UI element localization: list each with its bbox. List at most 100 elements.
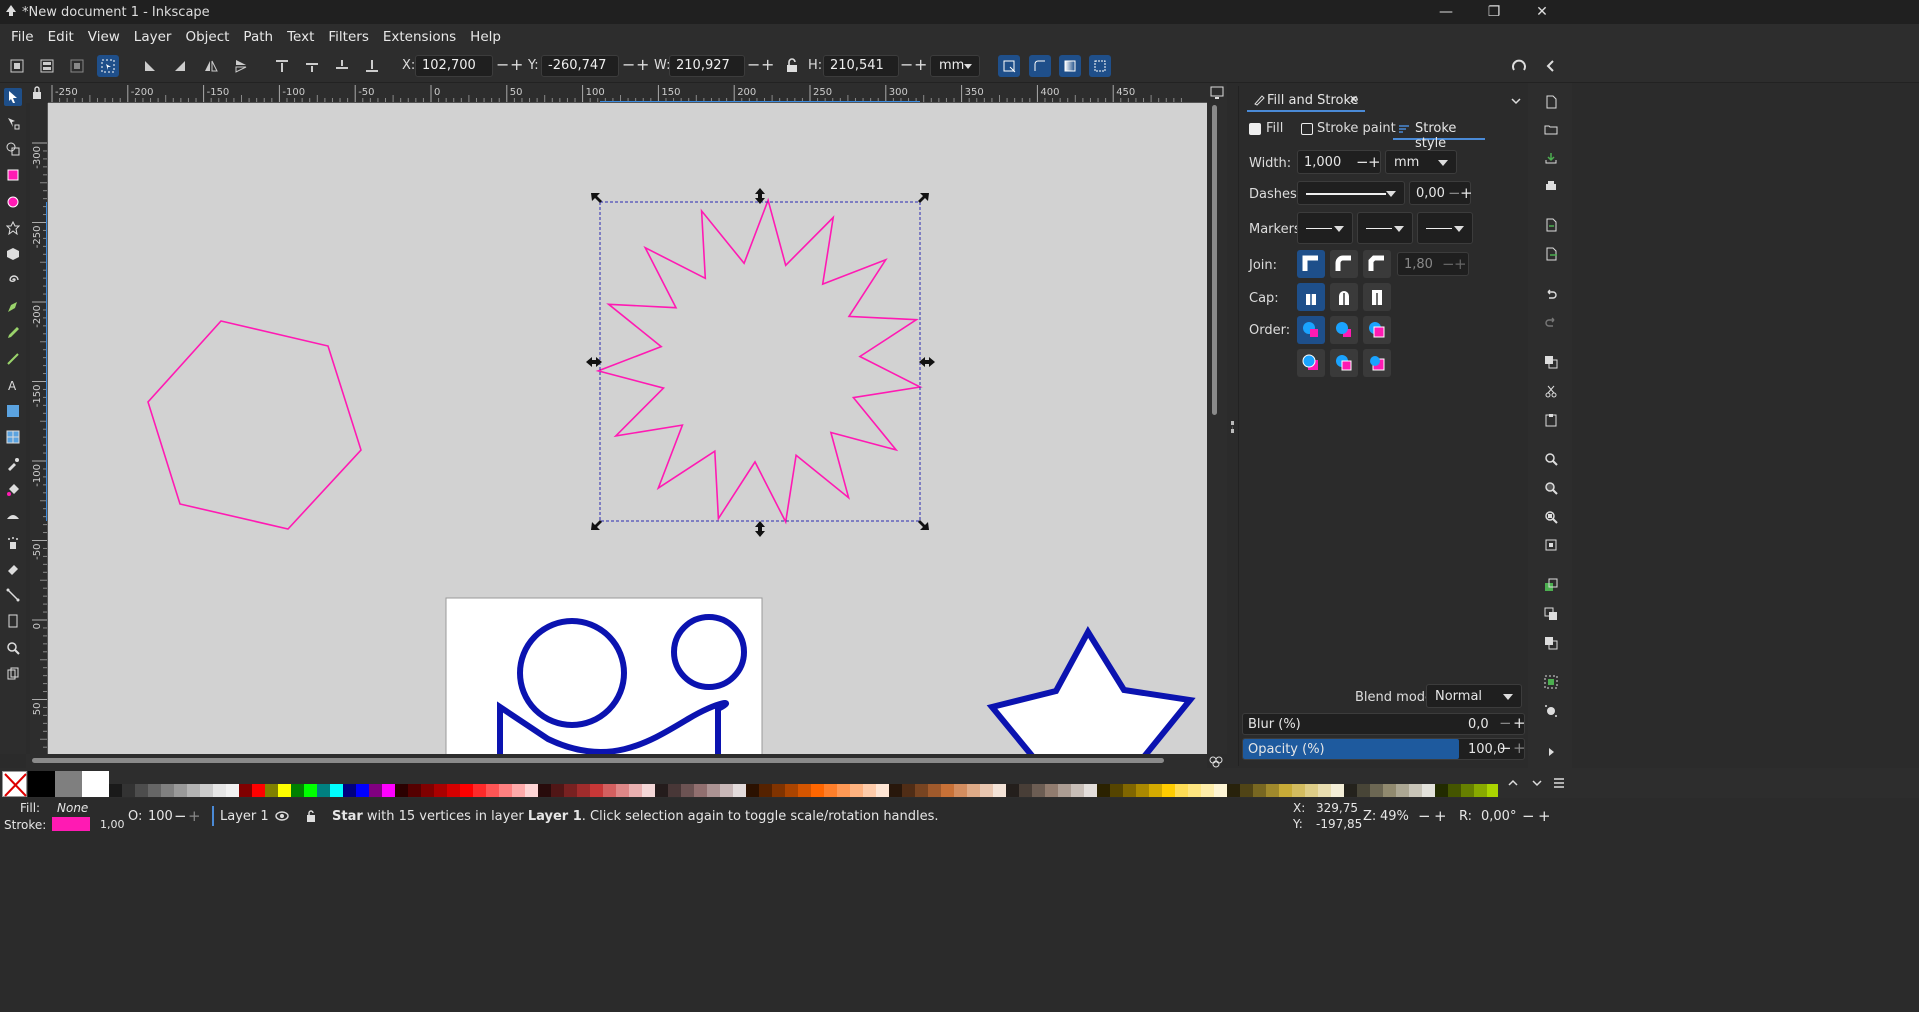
snap-menu-icon[interactable] bbox=[1540, 55, 1562, 77]
save-icon[interactable] bbox=[1542, 149, 1560, 167]
hexagon-shape[interactable] bbox=[147, 320, 362, 530]
palette-swatch[interactable] bbox=[499, 784, 512, 797]
horizontal-scrollbar[interactable] bbox=[26, 754, 1223, 768]
palette-swatch[interactable] bbox=[785, 784, 798, 797]
palette-swatch[interactable] bbox=[1279, 784, 1292, 797]
palette-swatch[interactable] bbox=[213, 784, 226, 797]
palette-swatch[interactable] bbox=[759, 784, 772, 797]
width-increment[interactable]: + bbox=[1368, 153, 1381, 171]
opacity-slider[interactable]: Opacity (%) 100,0 − + bbox=[1242, 738, 1526, 760]
zoom-drawing-icon[interactable] bbox=[1542, 479, 1560, 497]
flip-vertical-icon[interactable] bbox=[230, 55, 252, 77]
palette-swatch[interactable] bbox=[395, 784, 408, 797]
dash-offset-field[interactable]: 0,00 − + bbox=[1409, 181, 1473, 205]
palette-swatch[interactable] bbox=[369, 784, 382, 797]
layer-visibility-eye-icon[interactable] bbox=[274, 810, 290, 822]
zoom-decrement[interactable]: − bbox=[1418, 807, 1431, 825]
menu-view[interactable]: View bbox=[81, 29, 127, 45]
palette-swatch[interactable] bbox=[889, 784, 902, 797]
w-increment[interactable]: + bbox=[761, 56, 774, 74]
palette-swatch[interactable] bbox=[239, 784, 252, 797]
palette-swatch[interactable] bbox=[330, 784, 343, 797]
menu-layer[interactable]: Layer bbox=[127, 29, 179, 45]
palette-swatch[interactable] bbox=[1474, 784, 1487, 797]
palette-swatch[interactable] bbox=[1435, 784, 1448, 797]
palette-swatch[interactable] bbox=[928, 784, 941, 797]
palette-scroll-down-icon[interactable] bbox=[1530, 776, 1544, 790]
zoom-page-width-icon[interactable] bbox=[1542, 536, 1560, 554]
menu-help[interactable]: Help bbox=[463, 29, 508, 45]
order-fill-stroke-markers-button[interactable] bbox=[1297, 316, 1325, 344]
palette-swatch[interactable] bbox=[291, 784, 304, 797]
zoom-tool-icon[interactable] bbox=[4, 639, 22, 657]
palette-swatch[interactable] bbox=[1370, 784, 1383, 797]
current-layer[interactable]: Layer 1 bbox=[220, 809, 269, 824]
open-document-icon[interactable] bbox=[1542, 120, 1560, 138]
dash-offset-increment[interactable]: + bbox=[1460, 184, 1473, 202]
blur-increment[interactable]: + bbox=[1513, 714, 1526, 732]
palette-swatch[interactable] bbox=[1383, 784, 1396, 797]
palette-swatch[interactable] bbox=[1409, 784, 1422, 797]
palette-swatch[interactable] bbox=[1110, 784, 1123, 797]
palette-swatch[interactable] bbox=[1136, 784, 1149, 797]
round-join-button[interactable] bbox=[1330, 250, 1358, 278]
rotation-increment[interactable]: + bbox=[1538, 807, 1551, 825]
ellipse-tool-icon[interactable] bbox=[4, 193, 22, 211]
lock-ratio-icon[interactable] bbox=[781, 55, 803, 77]
palette-swatch[interactable] bbox=[1227, 784, 1240, 797]
palette-swatch[interactable] bbox=[1318, 784, 1331, 797]
shape-builder-tool-icon[interactable] bbox=[4, 140, 22, 158]
dash-offset-decrement[interactable]: − bbox=[1448, 184, 1461, 202]
palette-swatch[interactable] bbox=[564, 784, 577, 797]
palette-swatch[interactable] bbox=[629, 784, 642, 797]
text-tool-icon[interactable]: A bbox=[4, 376, 22, 394]
eraser-tool-icon[interactable] bbox=[4, 560, 22, 578]
drawing-canvas[interactable] bbox=[48, 103, 1207, 754]
bevel-join-button[interactable] bbox=[1363, 250, 1391, 278]
fill-value[interactable]: None bbox=[57, 801, 88, 815]
y-decrement[interactable]: − bbox=[622, 56, 635, 74]
dash-pattern-select[interactable] bbox=[1297, 181, 1405, 205]
ungroup-icon[interactable] bbox=[1542, 702, 1560, 720]
select-all-icon[interactable] bbox=[6, 55, 28, 77]
close-button[interactable]: ✕ bbox=[1519, 0, 1565, 24]
deselect-icon[interactable] bbox=[66, 55, 88, 77]
palette-swatch[interactable] bbox=[356, 784, 369, 797]
group-icon[interactable] bbox=[1542, 673, 1560, 691]
palette-swatch[interactable] bbox=[642, 784, 655, 797]
palette-swatch[interactable] bbox=[343, 784, 356, 797]
rotation-value[interactable]: 0,00° bbox=[1481, 809, 1516, 824]
order-stroke-fill-markers-button[interactable] bbox=[1330, 316, 1358, 344]
palette-swatch[interactable] bbox=[1149, 784, 1162, 797]
palette-swatch[interactable] bbox=[473, 784, 486, 797]
mid-marker-select[interactable] bbox=[1357, 212, 1413, 244]
palette-swatch[interactable] bbox=[174, 784, 187, 797]
menu-text[interactable]: Text bbox=[280, 29, 321, 45]
paint-bucket-tool-icon[interactable] bbox=[4, 481, 22, 499]
w-input[interactable]: 210,927 bbox=[669, 55, 745, 77]
palette-swatch[interactable] bbox=[317, 784, 330, 797]
width-decrement[interactable]: − bbox=[1356, 153, 1369, 171]
palette-swatch[interactable] bbox=[1448, 784, 1461, 797]
menu-file[interactable]: File bbox=[4, 29, 41, 45]
y-input[interactable]: -260,747 bbox=[541, 55, 619, 77]
star-shape[interactable] bbox=[595, 197, 923, 525]
3d-box-tool-icon[interactable] bbox=[4, 245, 22, 263]
palette-swatch[interactable] bbox=[941, 784, 954, 797]
palette-swatch[interactable] bbox=[668, 784, 681, 797]
palette-swatch[interactable] bbox=[1461, 784, 1474, 797]
palette-swatch[interactable] bbox=[200, 784, 213, 797]
palette-swatch[interactable] bbox=[525, 784, 538, 797]
color-manage-icon[interactable] bbox=[1208, 754, 1224, 768]
panel-menu-chevron-icon[interactable] bbox=[1509, 94, 1523, 108]
tab-stroke-paint[interactable]: Stroke paint bbox=[1317, 121, 1396, 136]
scale-handles[interactable] bbox=[586, 188, 935, 537]
dropper-tool-icon[interactable] bbox=[4, 455, 22, 473]
zoom-value[interactable]: 49% bbox=[1380, 809, 1409, 824]
menu-filters[interactable]: Filters bbox=[321, 29, 375, 45]
palette-swatch[interactable] bbox=[1292, 784, 1305, 797]
palette-swatch[interactable] bbox=[1331, 784, 1344, 797]
palette-swatch[interactable] bbox=[824, 784, 837, 797]
redo-icon[interactable] bbox=[1542, 313, 1560, 331]
cut-icon[interactable] bbox=[1542, 382, 1560, 400]
